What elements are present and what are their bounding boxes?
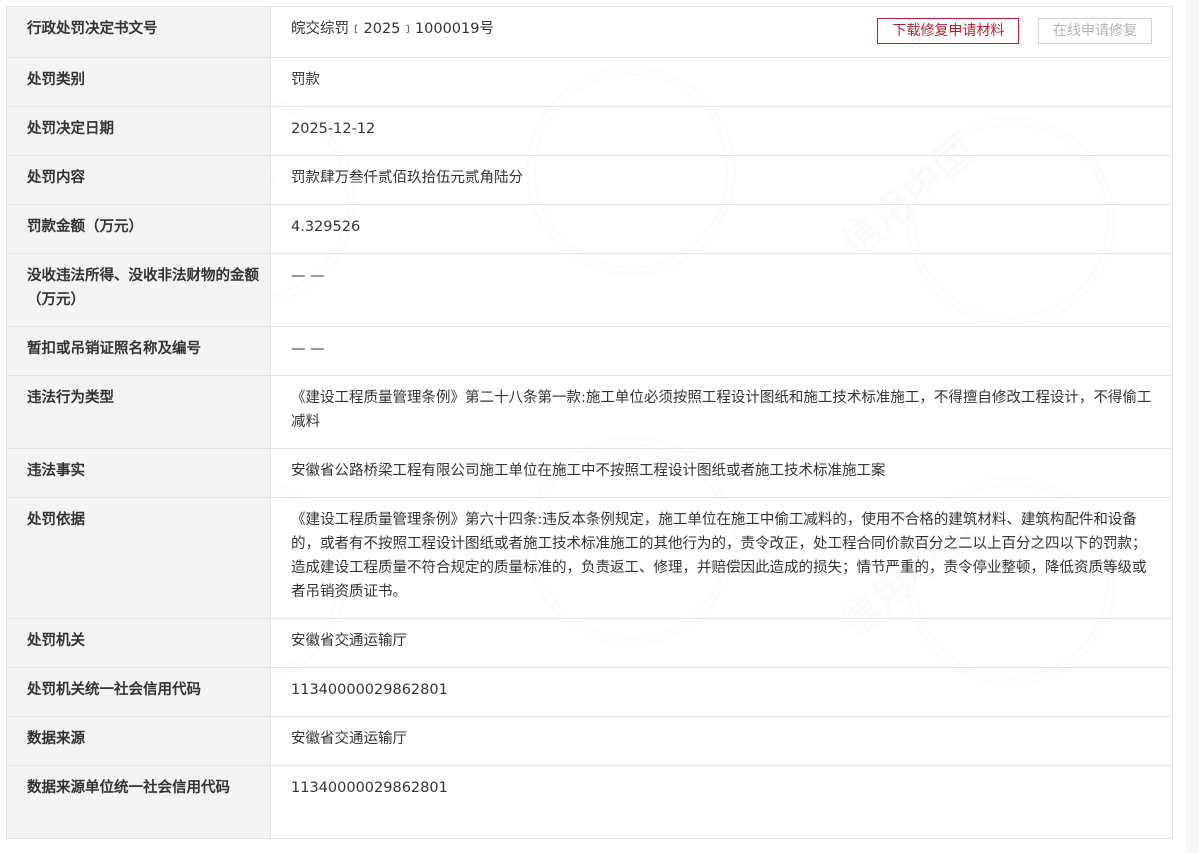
table-row-decision-date: 处罚决定日期 2025-12-12 xyxy=(6,106,1173,156)
table-row-violation-type: 违法行为类型 《建设工程质量管理条例》第二十八条第一款:施工单位必须按照工程设计… xyxy=(6,375,1173,449)
row-value: 安徽省交通运输厅 xyxy=(270,618,1173,668)
table-row-data-source: 数据来源 安徽省交通运输厅 xyxy=(6,716,1173,766)
row-value-cell: 皖交综罚﹝2025﹞1000019号 下载修复申请材料 在线申请修复 xyxy=(270,6,1173,58)
row-label: 罚款金额（万元） xyxy=(6,204,271,254)
row-label: 行政处罚决定书文号 xyxy=(6,6,271,58)
repair-actions: 下载修复申请材料 在线申请修复 xyxy=(863,18,1152,44)
row-value: — — xyxy=(270,253,1173,327)
row-value: 罚款肆万叁仟贰佰玖拾伍元贰角陆分 xyxy=(270,155,1173,205)
table-row-penalty-content: 处罚内容 罚款肆万叁仟贰佰玖拾伍元贰角陆分 xyxy=(6,155,1173,205)
row-label: 处罚机关统一社会信用代码 xyxy=(6,667,271,717)
table-row-penalty-authority: 处罚机关 安徽省交通运输厅 xyxy=(6,618,1173,668)
row-value: 4.329526 xyxy=(270,204,1173,254)
row-label: 暂扣或吊销证照名称及编号 xyxy=(6,326,271,376)
row-value: 11340000029862801 xyxy=(270,765,1173,839)
row-value: 2025-12-12 xyxy=(270,106,1173,156)
download-repair-materials-button[interactable]: 下载修复申请材料 xyxy=(877,18,1020,44)
row-label: 处罚决定日期 xyxy=(6,106,271,156)
penalty-detail-table: 行政处罚决定书文号 皖交综罚﹝2025﹞1000019号 下载修复申请材料 在线… xyxy=(6,6,1173,839)
table-row-license-revocation: 暂扣或吊销证照名称及编号 — — xyxy=(6,326,1173,376)
row-value: 皖交综罚﹝2025﹞1000019号 xyxy=(291,21,494,37)
table-row-decision-number: 行政处罚决定书文号 皖交综罚﹝2025﹞1000019号 下载修复申请材料 在线… xyxy=(6,6,1173,58)
row-label: 处罚类别 xyxy=(6,57,271,107)
row-label: 处罚内容 xyxy=(6,155,271,205)
row-label: 数据来源 xyxy=(6,716,271,766)
table-row-penalty-category: 处罚类别 罚款 xyxy=(6,57,1173,107)
row-label: 处罚机关 xyxy=(6,618,271,668)
table-row-source-credit-code: 数据来源单位统一社会信用代码 11340000029862801 xyxy=(6,765,1173,839)
row-label: 违法行为类型 xyxy=(6,375,271,449)
row-value: 罚款 xyxy=(270,57,1173,107)
penalty-detail-panel: 信用中国 信用中国 信用中国 信用中国 行政处罚决定书文号 皖交综罚﹝2025﹞… xyxy=(6,6,1173,839)
row-value: 11340000029862801 xyxy=(270,667,1173,717)
row-value: — — xyxy=(270,326,1173,376)
row-value: 安徽省交通运输厅 xyxy=(270,716,1173,766)
online-repair-application-button[interactable]: 在线申请修复 xyxy=(1038,18,1152,44)
table-row-authority-credit-code: 处罚机关统一社会信用代码 11340000029862801 xyxy=(6,667,1173,717)
row-label: 数据来源单位统一社会信用代码 xyxy=(6,765,271,839)
table-row-penalty-basis: 处罚依据 《建设工程质量管理条例》第六十四条:违反本条例规定，施工单位在施工中偷… xyxy=(6,497,1173,619)
table-row-violation-facts: 违法事实 安徽省公路桥梁工程有限公司施工单位在施工中不按照工程设计图纸或者施工技… xyxy=(6,448,1173,498)
row-label: 违法事实 xyxy=(6,448,271,498)
row-label: 处罚依据 xyxy=(6,497,271,619)
row-label: 没收违法所得、没收非法财物的金额（万元） xyxy=(6,253,271,327)
table-row-fine-amount: 罚款金额（万元） 4.329526 xyxy=(6,204,1173,254)
row-value: 安徽省公路桥梁工程有限公司施工单位在施工中不按照工程设计图纸或者施工技术标准施工… xyxy=(270,448,1173,498)
row-value: 《建设工程质量管理条例》第二十八条第一款:施工单位必须按照工程设计图纸和施工技术… xyxy=(270,375,1173,449)
row-value: 《建设工程质量管理条例》第六十四条:违反本条例规定，施工单位在施工中偷工减料的，… xyxy=(270,497,1173,619)
table-row-confiscation-amount: 没收违法所得、没收非法财物的金额（万元） — — xyxy=(6,253,1173,327)
page-scrollbar[interactable] xyxy=(1185,0,1199,853)
